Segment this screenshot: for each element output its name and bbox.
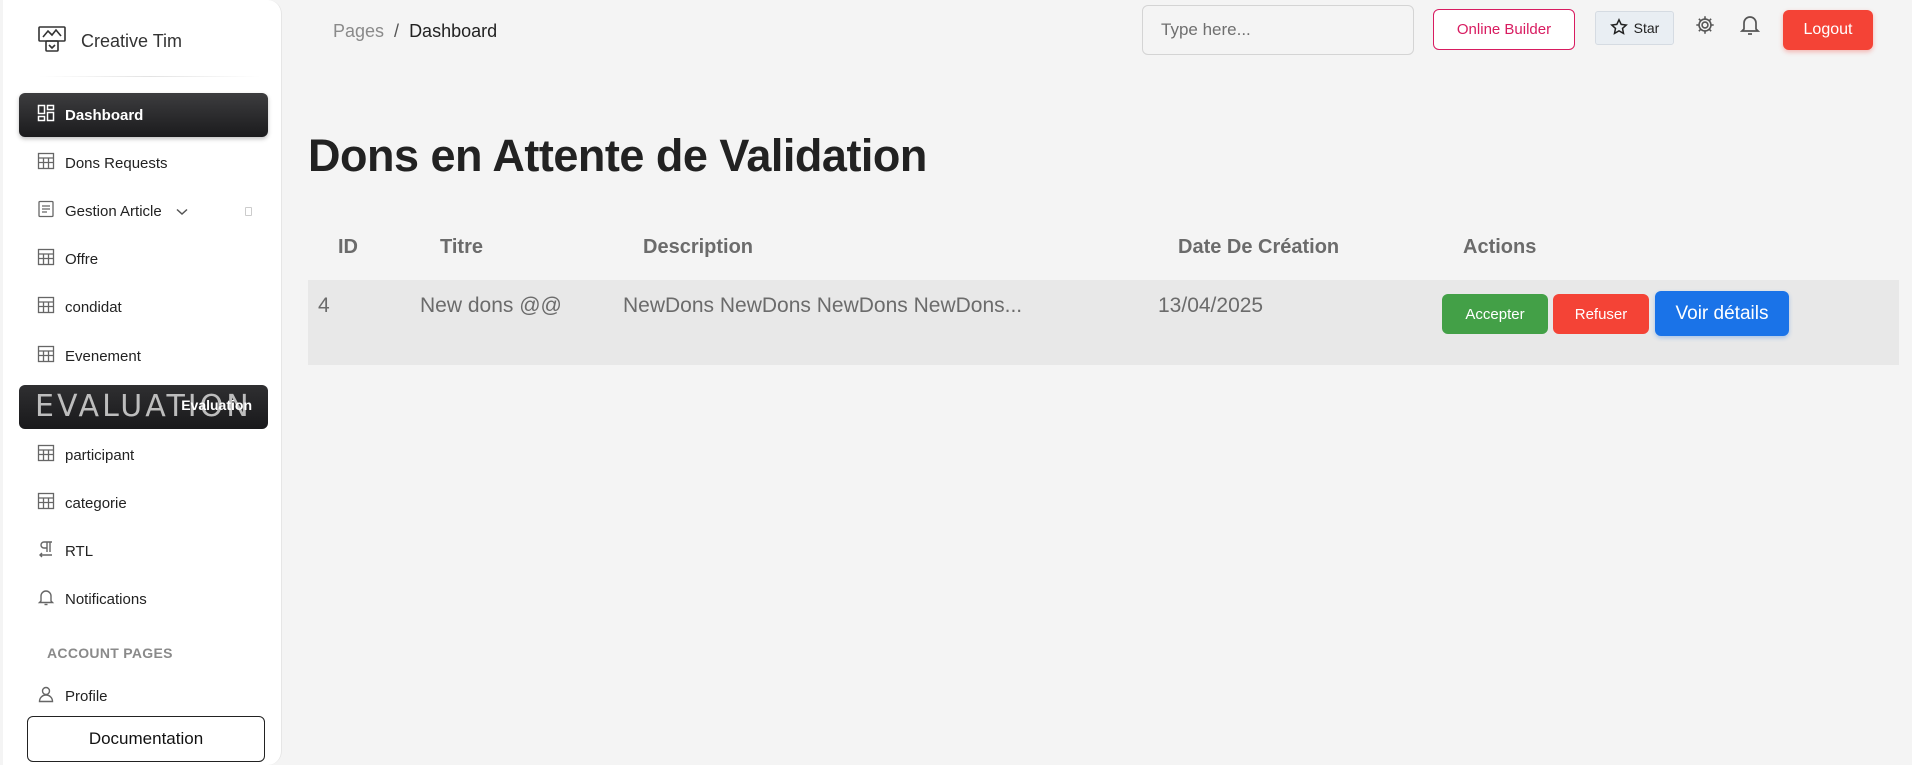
sidebar-item-label: RTL — [65, 542, 94, 560]
sidebar-item-gestion-article[interactable]: Gestion Article — [19, 189, 268, 233]
sidebar-item-notifications[interactable]: Notifications — [19, 577, 268, 621]
collapse-indicator — [245, 207, 252, 216]
sidebar-item-evaluation[interactable]: EVALUATION Evaluation — [19, 385, 268, 429]
sidebar-item-label: Dons Requests — [65, 154, 168, 172]
sidebar-item-profile[interactable]: Profile — [19, 674, 268, 718]
settings-gear-icon[interactable] — [1694, 14, 1716, 41]
cell-description: NewDons NewDons NewDons NewDons... — [623, 294, 1023, 317]
cell-titre: New dons @@ — [420, 294, 562, 317]
table-icon — [37, 345, 55, 367]
sidebar: Creative Tim Dashboard Dons Requests Ges… — [3, 0, 282, 765]
table-icon — [37, 248, 55, 270]
sidebar-item-label: categorie — [65, 494, 127, 512]
sidebar-item-participant[interactable]: participant — [19, 433, 268, 477]
sidebar-item-evenement[interactable]: Evenement — [19, 334, 268, 378]
breadcrumb-current: Dashboard — [409, 21, 498, 41]
table-icon — [37, 492, 55, 514]
sidebar-item-condidat[interactable]: condidat — [19, 285, 268, 329]
logo-icon — [37, 24, 67, 59]
sidebar-item-label: Offre — [65, 250, 99, 268]
page-title: Dons en Attente de Validation — [308, 130, 927, 181]
sidebar-item-label: Evaluation — [181, 397, 252, 413]
chevron-down-icon — [176, 203, 188, 220]
sidebar-item-rtl[interactable]: RTL — [19, 529, 268, 573]
sidebar-item-dashboard[interactable]: Dashboard — [19, 93, 268, 137]
sidebar-item-dons-requests[interactable]: Dons Requests — [19, 141, 268, 185]
sidebar-item-label: Notifications — [65, 590, 147, 608]
breadcrumb: Pages / Dashboard — [333, 21, 497, 42]
user-icon — [37, 685, 55, 707]
sidebar-item-label: Dashboard — [65, 106, 144, 124]
table-icon — [37, 152, 55, 174]
star-label: Star — [1633, 20, 1660, 36]
article-icon — [37, 200, 55, 222]
sidebar-item-label: Profile — [65, 687, 108, 705]
brand-divider — [39, 76, 261, 77]
view-details-button[interactable]: Voir détails — [1655, 291, 1789, 336]
table-icon — [37, 444, 55, 466]
star-button[interactable]: Star — [1595, 11, 1674, 45]
column-header-description: Description — [643, 236, 754, 258]
table-icon — [37, 296, 55, 318]
breadcrumb-separator: / — [394, 21, 400, 41]
sidebar-item-label: condidat — [65, 298, 122, 316]
account-pages-label: ACCOUNT PAGES — [47, 645, 173, 661]
sidebar-item-offre[interactable]: Offre — [19, 237, 268, 281]
dashboard-icon — [37, 104, 55, 126]
cell-id: 4 — [318, 294, 330, 317]
column-header-id: ID — [338, 236, 358, 258]
column-header-titre: Titre — [440, 236, 483, 258]
notification-bell-icon[interactable] — [1739, 14, 1761, 41]
refuse-button[interactable]: Refuser — [1553, 294, 1649, 334]
logout-button[interactable]: Logout — [1783, 10, 1873, 50]
cell-date: 13/04/2025 — [1158, 294, 1264, 317]
breadcrumb-parent[interactable]: Pages — [333, 21, 384, 42]
bell-icon — [37, 588, 55, 610]
rtl-icon — [37, 540, 55, 562]
documentation-button[interactable]: Documentation — [27, 716, 265, 762]
accept-button[interactable]: Accepter — [1442, 294, 1548, 334]
sidebar-item-label: Evenement — [65, 347, 141, 365]
sidebar-item-label: participant — [65, 446, 135, 464]
brand[interactable]: Creative Tim — [37, 24, 183, 59]
online-builder-button[interactable]: Online Builder — [1433, 9, 1575, 50]
search-input[interactable] — [1142, 5, 1414, 55]
column-header-date: Date De Création — [1178, 236, 1340, 258]
brand-name: Creative Tim — [81, 30, 183, 51]
star-icon — [1609, 17, 1628, 39]
sidebar-item-categorie[interactable]: categorie — [19, 481, 268, 525]
sidebar-item-label: Gestion Article — [65, 202, 162, 220]
column-header-actions: Actions — [1463, 236, 1537, 258]
